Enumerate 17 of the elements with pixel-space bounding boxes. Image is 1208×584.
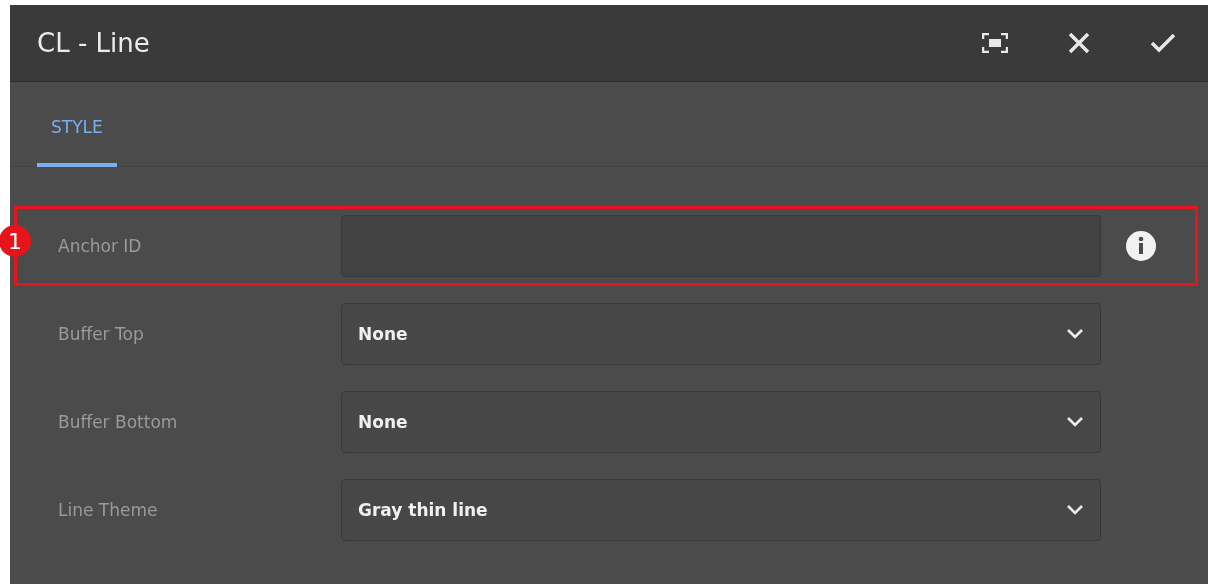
chevron-down-icon (1066, 328, 1084, 340)
dropdown[interactable]: None (341, 303, 1101, 365)
field-label: Anchor ID (58, 236, 143, 256)
chevron-down-icon (1066, 504, 1084, 516)
style-tab[interactable]: STYLE (37, 117, 117, 167)
dropdown[interactable]: None (341, 391, 1101, 453)
checkmark-icon (1150, 33, 1176, 53)
field-label: Buffer Bottom (58, 412, 179, 432)
field-label: Buffer Top (58, 324, 145, 344)
callout-badge: 1 (0, 225, 31, 257)
fullscreen-icon (982, 33, 1008, 53)
close-icon (1068, 32, 1090, 54)
field-label: Line Theme (58, 500, 159, 520)
chevron-down-icon (1066, 416, 1084, 428)
info-icon[interactable] (1125, 230, 1157, 262)
dialog-title: CL - Line (37, 28, 150, 58)
dropdown[interactable]: Gray thin line (341, 479, 1101, 541)
